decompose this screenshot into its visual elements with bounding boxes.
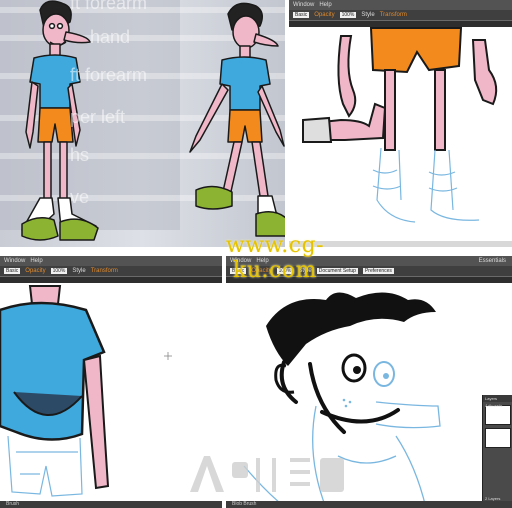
panel-arm-drawing: Window Help Basic Opacity 100% Style Tra… — [289, 0, 512, 247]
layers-tab[interactable]: Layers Artboards — [483, 395, 512, 408]
menu-item-blurred: ve — [70, 187, 90, 207]
status-bar: Blob Brush — [226, 501, 512, 508]
layers-panel: Layers Artboards 2 Layers — [482, 395, 512, 505]
layers-tab-label: Layers — [485, 396, 498, 401]
menu-item-blurred: ft forearm — [70, 65, 148, 85]
panel-animation-frames: ft forearm hand ft forearm per left hs v… — [0, 0, 285, 247]
artboards-tab-label: Artboards — [485, 403, 503, 408]
character-animation-illustration — [0, 0, 285, 247]
watermark-logo — [190, 456, 344, 492]
menu-item-blurred: ft forearm — [70, 0, 148, 13]
layer-thumbnail[interactable] — [485, 428, 511, 448]
menu-item-blurred: per left — [70, 107, 126, 127]
status-bar — [289, 241, 512, 247]
menu-item-blurred: hs — [70, 145, 90, 165]
tool-status: Blob Brush — [232, 501, 257, 507]
arm-drawing-canvas — [302, 27, 498, 223]
status-bar: Brush — [0, 501, 222, 508]
tool-status: Brush — [6, 501, 20, 507]
menu-item-blurred: hand — [90, 27, 131, 47]
